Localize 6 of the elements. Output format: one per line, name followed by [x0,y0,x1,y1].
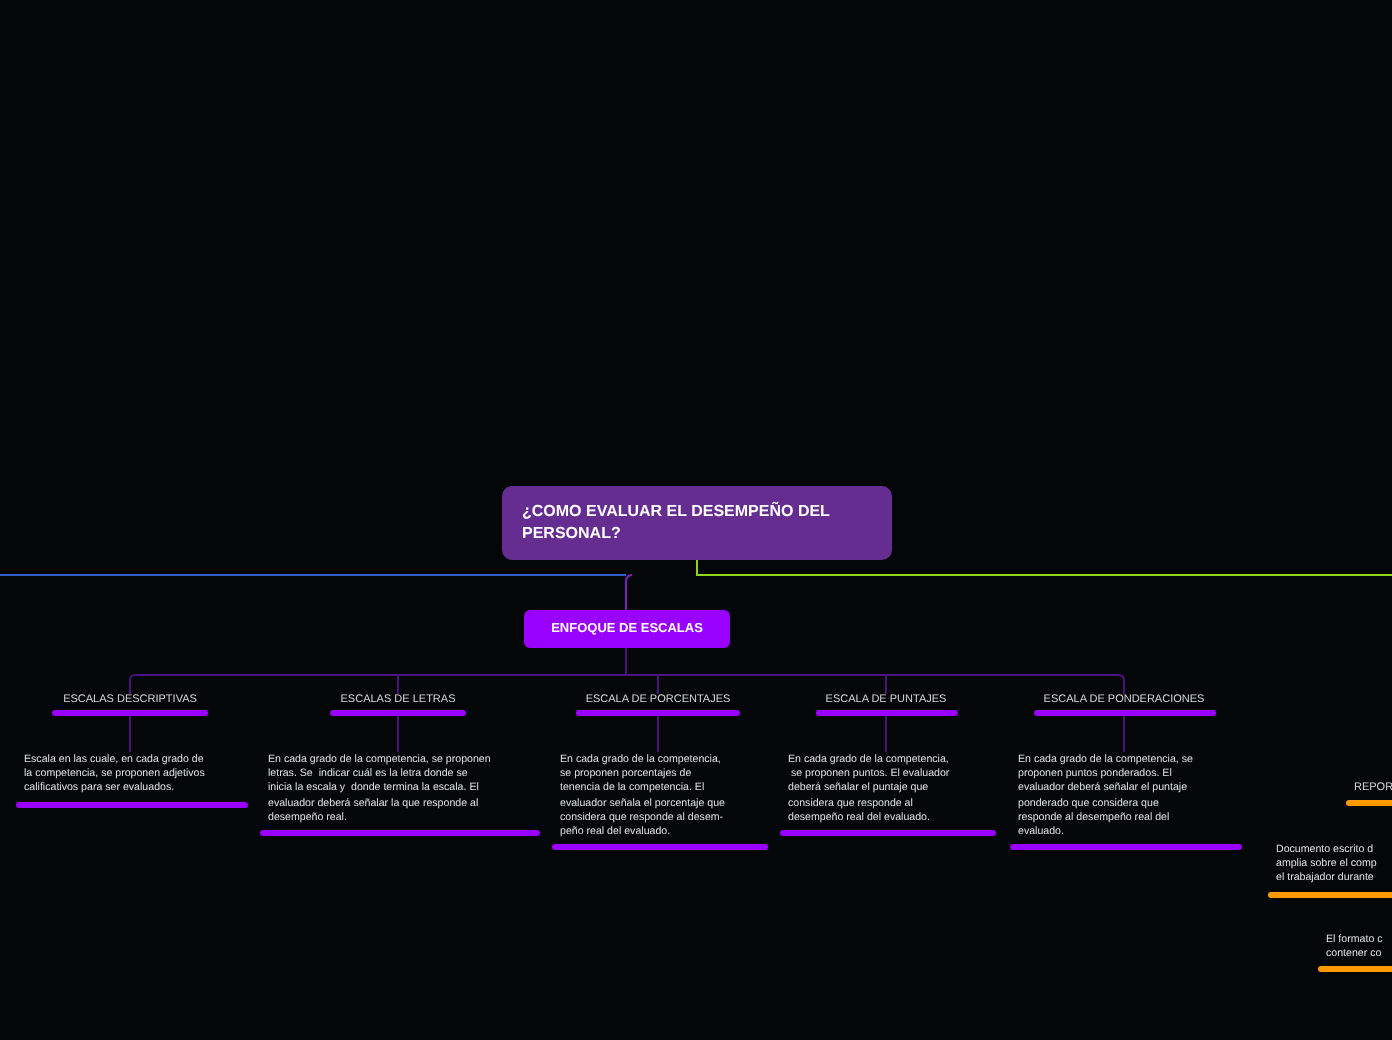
underline-bar [330,710,466,716]
underline-bar [815,710,957,716]
underline-bar [1346,800,1392,806]
underline-bar [1268,891,1392,898]
underline-bar [1318,966,1392,973]
central-topic[interactable]: ¿COMO EVALUAR EL DESEMPEÑO DEL PERSONAL? [502,486,892,560]
